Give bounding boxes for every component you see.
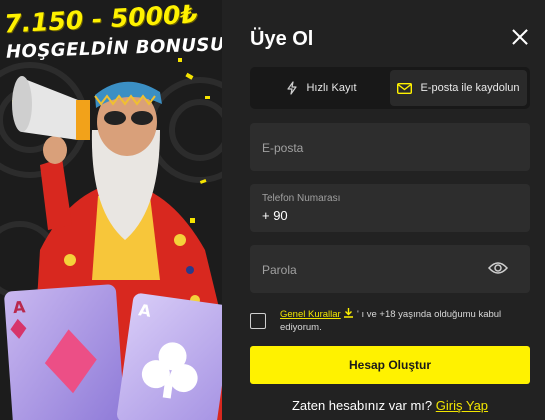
envelope-icon (397, 82, 413, 94)
page-title: Üye Ol (250, 28, 314, 50)
create-account-button[interactable]: Hesap Oluştur (250, 346, 530, 384)
signup-method-tabs: Hızlı Kayıt E-posta ile kaydolun (250, 67, 530, 109)
tab-email-register[interactable]: E-posta ile kaydolun (390, 70, 527, 106)
tab-label: Hızlı Kayıt (306, 82, 357, 94)
download-icon[interactable] (343, 307, 354, 318)
terms-checkbox[interactable] (250, 313, 266, 329)
phone-country-code: + 90 (262, 208, 288, 223)
phone-label: Telefon Numarası (262, 193, 341, 204)
close-icon[interactable] (511, 28, 529, 46)
eye-icon[interactable] (488, 261, 508, 275)
terms-text: Genel Kurallar ' ı ve +18 yaşında olduğu… (280, 307, 528, 334)
terms-agreement: Genel Kurallar ' ı ve +18 yaşında olduğu… (250, 307, 530, 341)
svg-text:A: A (12, 297, 26, 317)
password-field[interactable]: Parola (250, 245, 530, 293)
tab-label: E-posta ile kaydolun (420, 82, 520, 94)
promo-banner: A A 7.150 - 5000₺ HOŞGELDİN BONUSU! (0, 0, 222, 420)
lightning-icon (287, 81, 298, 95)
promo-illustration: A A (0, 0, 222, 420)
password-placeholder: Parola (262, 263, 297, 277)
email-placeholder: E-posta (262, 141, 304, 155)
general-rules-link[interactable]: Genel Kurallar (280, 309, 341, 320)
email-field[interactable]: E-posta (250, 123, 530, 171)
signup-form-panel: Üye Ol Hızlı Kayıt E-posta ile kaydolun … (222, 0, 545, 420)
login-prompt: Zaten hesabınız var mı? (291, 398, 433, 413)
login-prompt-row: Zaten hesabınız var mı? Giriş Yap (250, 398, 530, 413)
tab-quick-register[interactable]: Hızlı Kayıt (253, 70, 390, 106)
login-link[interactable]: Giriş Yap (436, 398, 488, 413)
phone-field[interactable]: Telefon Numarası + 90 (250, 184, 530, 232)
